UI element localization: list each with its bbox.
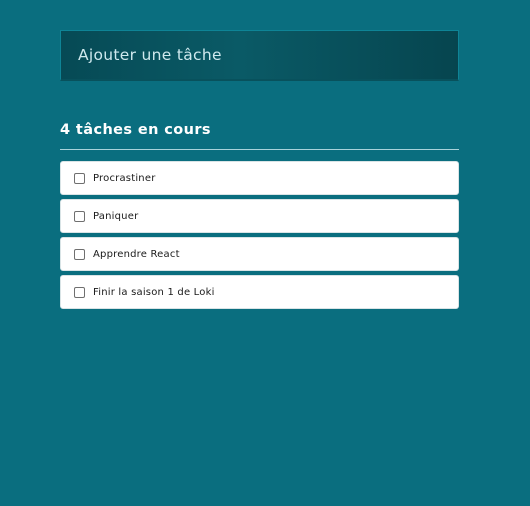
todo-app: Ajouter une tâche 4 tâches en cours Proc… — [60, 30, 459, 309]
task-checkbox[interactable] — [74, 172, 85, 184]
task-item[interactable]: Finir la saison 1 de Loki — [60, 275, 459, 309]
task-item[interactable]: Apprendre React — [60, 237, 459, 271]
add-task-input[interactable]: Ajouter une tâche — [60, 30, 459, 81]
task-list: Procrastiner Paniquer Apprendre React Fi… — [60, 161, 459, 309]
task-count-title: 4 tâches en cours — [60, 122, 211, 138]
task-item[interactable]: Paniquer — [60, 199, 459, 233]
divider — [60, 149, 459, 150]
task-label: Paniquer — [93, 210, 139, 222]
task-label: Apprendre React — [93, 248, 180, 260]
task-checkbox[interactable] — [74, 248, 85, 260]
task-checkbox[interactable] — [74, 286, 85, 298]
add-task-placeholder: Ajouter une tâche — [78, 46, 222, 64]
task-label: Finir la saison 1 de Loki — [93, 286, 215, 298]
task-checkbox[interactable] — [74, 210, 85, 222]
task-label: Procrastiner — [93, 172, 156, 184]
task-item[interactable]: Procrastiner — [60, 161, 459, 195]
